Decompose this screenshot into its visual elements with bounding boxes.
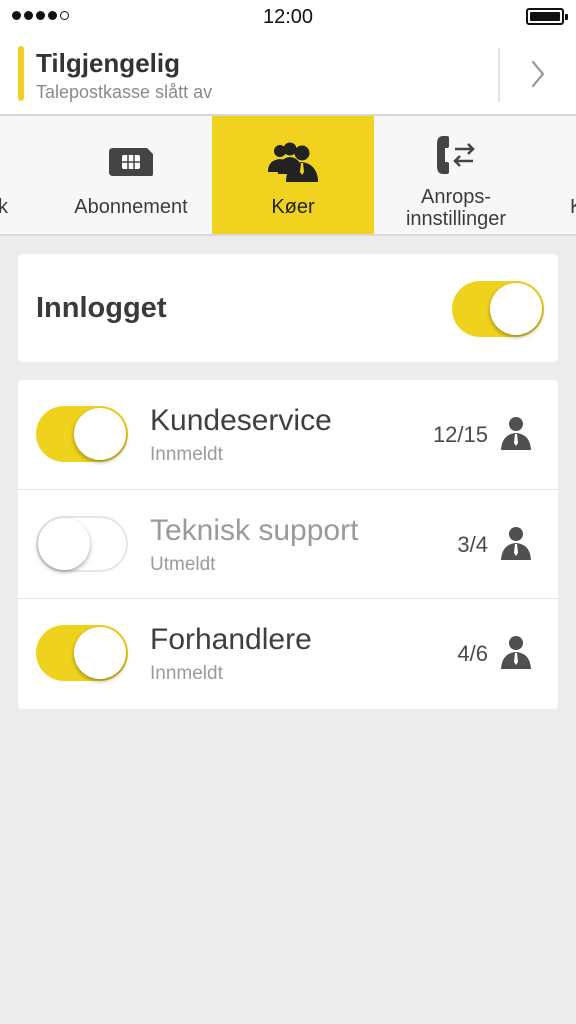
queue-toggle[interactable] [36, 625, 128, 681]
tab-koer[interactable]: Køer [212, 116, 374, 234]
queue-row-teknisk-support[interactable]: Teknisk support Utmeldt 3/4 [18, 489, 558, 599]
tab-label-line2: innstillinger [405, 208, 507, 230]
availability-indicator [18, 46, 24, 101]
tab-label: k [0, 196, 8, 218]
login-label: Innlogget [36, 292, 167, 324]
toggle-knob [38, 518, 90, 570]
queue-status: Innmeldt [150, 663, 223, 684]
tab-abonnement[interactable]: Abonnement [50, 116, 212, 234]
queue-agent-count: 12/15 [432, 422, 488, 447]
queue-name: Forhandlere [150, 623, 312, 656]
queue-status: Innmeldt [150, 444, 223, 465]
toggle-knob [74, 408, 126, 460]
queue-toggle[interactable] [36, 406, 128, 462]
queue-name: Kundeservice [150, 404, 332, 437]
tab-previous[interactable]: k [0, 116, 50, 234]
sim-card-icon [107, 146, 155, 183]
queue-row-kundeservice[interactable]: Kundeservice Innmeldt 12/15 [18, 380, 558, 489]
tab-next[interactable]: K [538, 116, 576, 234]
tab-label: K [570, 196, 576, 218]
availability-title: Tilgjengelig [36, 48, 180, 78]
battery-icon [526, 8, 568, 25]
person-icon [500, 526, 532, 565]
availability-header[interactable]: Tilgjengelig Talepostkasse slått av [0, 34, 576, 116]
tab-label-line1: Anrops- [420, 186, 492, 208]
status-bar: 12:00 [0, 0, 576, 34]
chevron-right-icon[interactable] [500, 34, 576, 114]
person-icon [500, 416, 532, 455]
person-icon [500, 635, 532, 674]
queue-name: Teknisk support [150, 514, 359, 547]
queue-list: Kundeservice Innmeldt 12/15 Teknisk supp… [18, 380, 558, 709]
tab-anropsinnstillinger[interactable]: Anrops- innstillinger [374, 116, 538, 234]
clock: 12:00 [262, 6, 314, 28]
queue-status: Utmeldt [150, 554, 216, 575]
phone-transfer-icon [433, 132, 479, 183]
toggle-knob [490, 283, 542, 335]
tab-label: Abonnement [74, 196, 188, 218]
login-toggle[interactable] [452, 281, 544, 337]
tab-label: Køer [271, 196, 315, 218]
tab-bar: k Abonnement [0, 116, 576, 236]
queue-row-forhandlere[interactable]: Forhandlere Innmeldt 4/6 [18, 598, 558, 708]
queue-toggle[interactable] [36, 516, 128, 572]
group-people-icon [266, 142, 320, 187]
voicemail-status: Talepostkasse slått av [36, 82, 213, 102]
queue-agent-count: 4/6 [457, 641, 488, 666]
login-card: Innlogget [18, 254, 558, 362]
toggle-knob [74, 627, 126, 679]
queue-agent-count: 3/4 [457, 532, 488, 557]
